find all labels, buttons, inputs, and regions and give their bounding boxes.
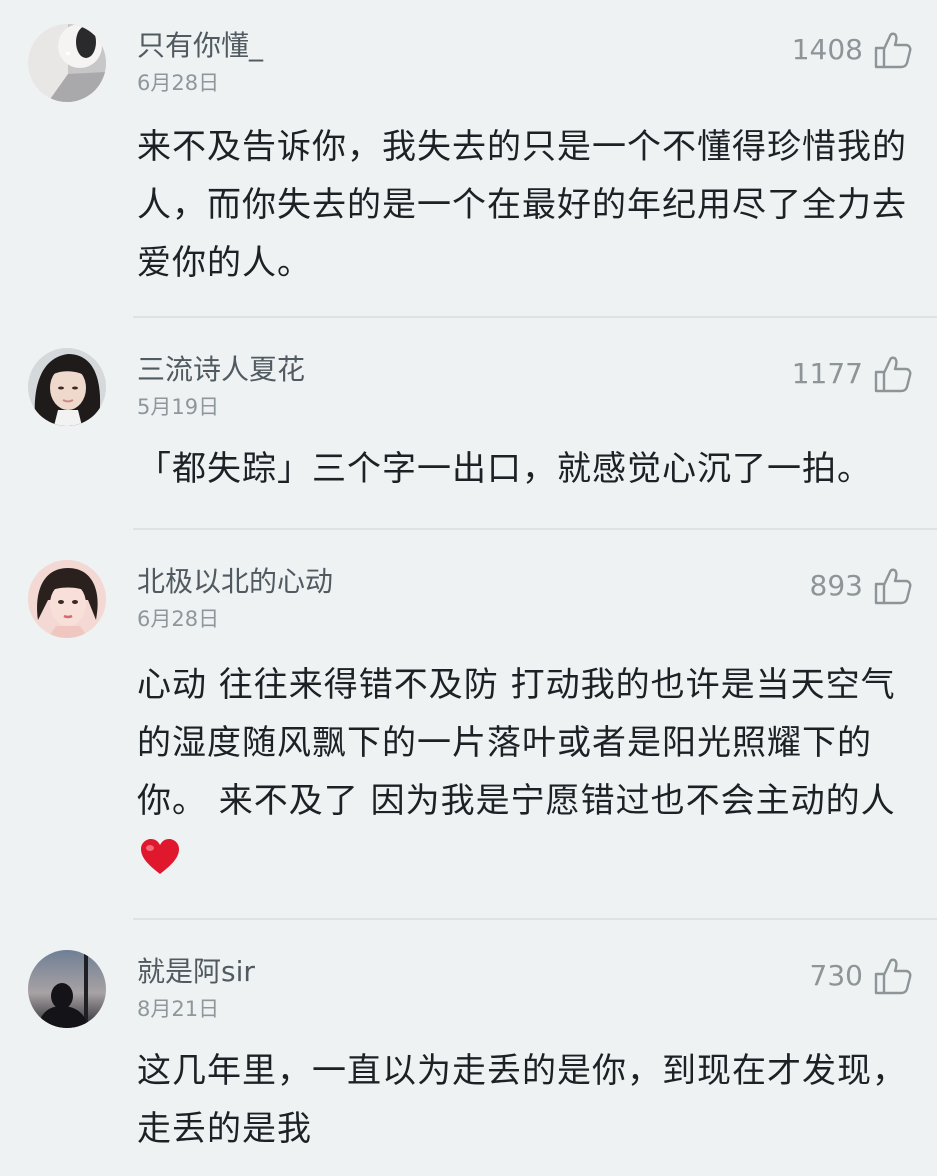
comment-item: 北极以北的心动 6月28日 893 心动 往往来得错不及防 打动我的也许是当天空… [0,560,937,910]
like-button[interactable]: 1177 [792,352,913,396]
avatar-image [28,950,106,1028]
username[interactable]: 北极以北的心动 [137,564,333,600]
comment-item: 只有你懂_ 6月28日 1408 来不及告诉你，我失去的只是一个不懂得珍惜我的人… [0,24,937,314]
username[interactable]: 只有你懂_ [137,28,263,64]
heart-icon [141,839,179,874]
comment-item: 三流诗人夏花 5月19日 1177 「都失踪」三个字一出口，就感觉心沉了一拍。 [0,348,937,524]
avatar[interactable] [28,348,106,426]
comment-text-content: 心动 往往来得错不及防 打动我的也许是当天空气的湿度随风飘下的一片落叶或者是阳光… [137,665,896,821]
like-count: 730 [809,959,863,992]
avatar[interactable] [28,24,106,102]
username[interactable]: 就是阿sir [137,954,255,990]
like-count: 1177 [791,357,863,390]
thumbs-up-icon [874,356,912,393]
avatar[interactable] [28,950,106,1028]
avatar-image [28,348,106,426]
comment-text: 这几年里，一直以为走丢的是你，到现在才发现，走丢的是我 [137,1051,907,1149]
comment-list: 只有你懂_ 6月28日 1408 来不及告诉你，我失去的只是一个不懂得珍惜我的人… [0,0,937,1176]
username[interactable]: 三流诗人夏花 [137,352,305,388]
thumbs-up-icon [874,568,912,605]
comment-date: 6月28日 [137,71,220,95]
like-count: 1408 [791,33,863,66]
divider [133,528,937,530]
like-button[interactable]: 1408 [792,28,913,72]
comment-item: 就是阿sir 8月21日 730 这几年里，一直以为走丢的是你，到现在才发现，走… [0,950,937,1176]
comment-text: 「都失踪」三个字一出口，就感觉心沉了一拍。 [137,449,872,489]
avatar[interactable] [28,560,106,638]
thumbs-up-icon [874,958,912,995]
comment-text: 来不及告诉你，我失去的只是一个不懂得珍惜我的人，而你失去的是一个在最好的年纪用尽… [137,127,907,283]
like-button[interactable]: 893 [810,564,913,608]
thumbs-up-icon [874,32,912,69]
comment-date: 8月21日 [137,997,220,1021]
divider [133,918,937,920]
avatar-image [28,560,106,638]
divider [133,316,937,318]
like-count: 893 [809,569,863,602]
comment-date: 5月19日 [137,395,220,419]
like-button[interactable]: 730 [810,954,913,998]
comment-date: 6月28日 [137,607,220,631]
comment-text: 心动 往往来得错不及防 打动我的也许是当天空气的湿度随风飘下的一片落叶或者是阳光… [137,656,913,888]
avatar-image [28,24,106,102]
